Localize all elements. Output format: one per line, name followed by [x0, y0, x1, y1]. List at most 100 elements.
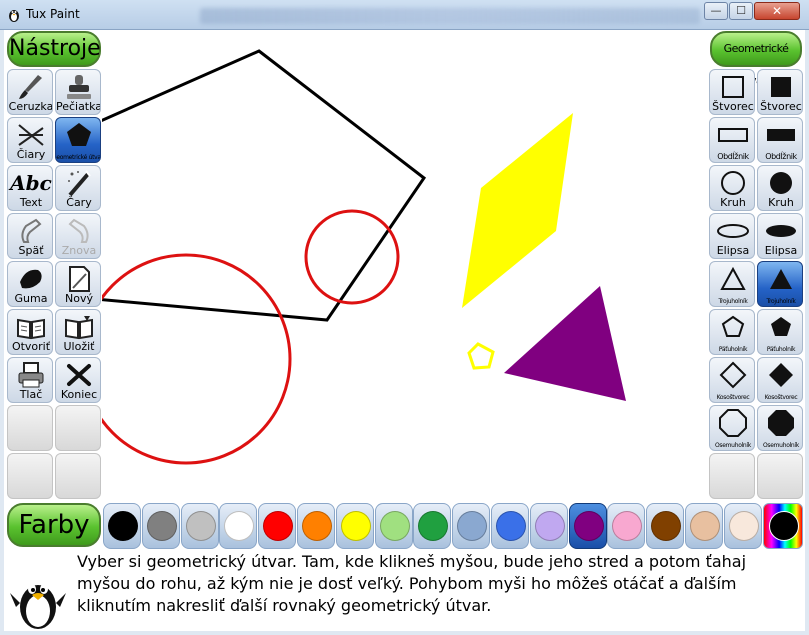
color-swatch-button[interactable]: [529, 503, 568, 549]
shape-label: Štvorec: [712, 100, 754, 113]
tool-label: Čiary: [16, 148, 46, 161]
tool-tlac-button[interactable]: Tlač: [7, 357, 53, 403]
tool-label: Geometrické útvary: [55, 154, 101, 161]
instructions-area: Vyber si geometrický útvar. Tam, kde kli…: [4, 549, 805, 631]
tool-text-button[interactable]: Abc Text: [7, 165, 53, 211]
window-title: Tux Paint: [26, 7, 80, 21]
empty-tool-slot: [7, 453, 53, 499]
shape-patuholnik-outline-button[interactable]: Päťuholník: [709, 309, 755, 355]
color-swatch-button[interactable]: [258, 503, 297, 549]
color-swatch-button[interactable]: [374, 503, 413, 549]
shape-trojuholnik-filled-button[interactable]: Trojuholník: [757, 261, 803, 307]
tool-guma-button[interactable]: Guma: [7, 261, 53, 307]
color-swatch: [496, 511, 526, 541]
shape-kruh-outline-button[interactable]: Kruh: [709, 165, 755, 211]
color-picker-button[interactable]: [763, 503, 803, 549]
shape-trojuholnik-outline-button[interactable]: Trojuholník: [709, 261, 755, 307]
shape-label: Trojuholník: [718, 298, 748, 305]
tool-spat-button[interactable]: Späť: [7, 213, 53, 259]
eraser-icon: [8, 264, 52, 294]
triangle-filled-icon: [758, 264, 802, 294]
color-swatch-button[interactable]: [413, 503, 452, 549]
tool-koniec-button[interactable]: Koniec: [55, 357, 101, 403]
shape-label: Kruh: [720, 196, 746, 209]
color-swatch-button[interactable]: [568, 503, 607, 549]
color-swatch-button[interactable]: [297, 503, 335, 549]
color-swatch-button[interactable]: [491, 503, 529, 549]
shape-elipsa-filled-button[interactable]: Elipsa: [757, 213, 803, 259]
app-window: Tux Paint — ☐ ✕ Nástroje Geometrické útv…: [0, 0, 809, 635]
tool-label: Tlač: [19, 388, 43, 401]
color-swatch-button[interactable]: [141, 503, 180, 549]
tool-ulozit-button[interactable]: Uložiť: [55, 309, 101, 355]
pentagon-outline-icon: [710, 312, 754, 342]
diamond-outline-icon: [710, 360, 754, 390]
new-page-icon: [56, 264, 100, 294]
large-red-circle-shape: [102, 253, 292, 465]
shape-obdlznik-outline-button[interactable]: Obdĺžnik: [709, 117, 755, 163]
title-bar[interactable]: Tux Paint — ☐ ✕: [0, 0, 809, 30]
shape-kruh-filled-button[interactable]: Kruh: [757, 165, 803, 211]
minimize-button[interactable]: —: [704, 2, 728, 20]
shape-stvorec-outline-button[interactable]: Štvorec: [709, 69, 755, 115]
color-swatch-button[interactable]: [103, 503, 141, 549]
shape-obdlznik-filled-button[interactable]: Obdĺžnik: [757, 117, 803, 163]
empty-shape-slot: [757, 453, 803, 499]
triangle-outline-icon: [710, 264, 754, 294]
color-swatch: [573, 511, 604, 541]
tool-cary-button[interactable]: Čary: [55, 165, 101, 211]
tool-label: Uložiť: [63, 340, 95, 353]
color-swatch-button[interactable]: [607, 503, 646, 549]
small-yellow-pentagon-shape: [467, 342, 495, 370]
color-swatch-button[interactable]: [685, 503, 723, 549]
empty-tool-slot: [55, 453, 101, 499]
empty-tool-slot: [7, 405, 53, 451]
ellipse-filled-icon: [758, 216, 802, 246]
color-swatch-button[interactable]: [219, 503, 258, 549]
shape-stvorec-filled-button[interactable]: Štvorec: [757, 69, 803, 115]
shape-osemuholnik-outline-button[interactable]: Osemuholník: [709, 405, 755, 451]
color-picker-swatch: [769, 511, 799, 541]
shape-kosostvorec-filled-button[interactable]: Kosoštvorec: [757, 357, 803, 403]
quit-icon: [56, 360, 100, 390]
octagon-filled-icon: [758, 408, 802, 438]
tool-label: Nový: [65, 292, 93, 305]
lines-icon: [8, 120, 52, 150]
shape-patuholnik-filled-button[interactable]: Päťuholník: [757, 309, 803, 355]
shape-label: Osemuholník: [763, 442, 799, 449]
tool-label: Ceruzka: [8, 100, 53, 113]
redo-icon: [56, 216, 100, 246]
color-swatch-button[interactable]: [180, 503, 219, 549]
color-swatch-button[interactable]: [723, 503, 762, 549]
color-swatch-button[interactable]: [335, 503, 374, 549]
shape-kosostvorec-outline-button[interactable]: Kosoštvorec: [709, 357, 755, 403]
tool-ciary-button[interactable]: Čiary: [7, 117, 53, 163]
drawing-canvas[interactable]: [102, 31, 707, 500]
tool-novy-button[interactable]: Nový: [55, 261, 101, 307]
tool-label: Znova: [61, 244, 97, 257]
tool-label: Text: [19, 196, 43, 209]
close-button[interactable]: ✕: [754, 2, 800, 20]
tool-geometricke-utvary-button[interactable]: Geometrické útvary: [55, 117, 101, 163]
shape-label: Trojuholník: [766, 298, 796, 305]
shape-elipsa-outline-button[interactable]: Elipsa: [709, 213, 755, 259]
square-outline-icon: [710, 72, 754, 102]
color-swatch: [146, 511, 177, 541]
tool-ceruzka-button[interactable]: Ceruzka: [7, 69, 53, 115]
color-swatch: [690, 511, 720, 541]
shape-osemuholnik-filled-button[interactable]: Osemuholník: [757, 405, 803, 451]
color-swatch-button[interactable]: [452, 503, 491, 549]
magic-wand-icon: [56, 168, 100, 198]
color-swatch: [340, 511, 371, 541]
tool-znova-button[interactable]: Znova: [55, 213, 101, 259]
color-swatch-button[interactable]: [646, 503, 685, 549]
tool-peciatka-button[interactable]: Pečiatka: [55, 69, 101, 115]
shape-label: Päťuholník: [718, 346, 748, 353]
tool-label: Čary: [66, 196, 92, 209]
maximize-button[interactable]: ☐: [729, 2, 753, 20]
undo-icon: [8, 216, 52, 246]
color-swatch: [728, 511, 759, 541]
color-swatch: [379, 511, 410, 541]
tool-otvorit-button[interactable]: Otvoriť: [7, 309, 53, 355]
empty-shape-slot: [709, 453, 755, 499]
